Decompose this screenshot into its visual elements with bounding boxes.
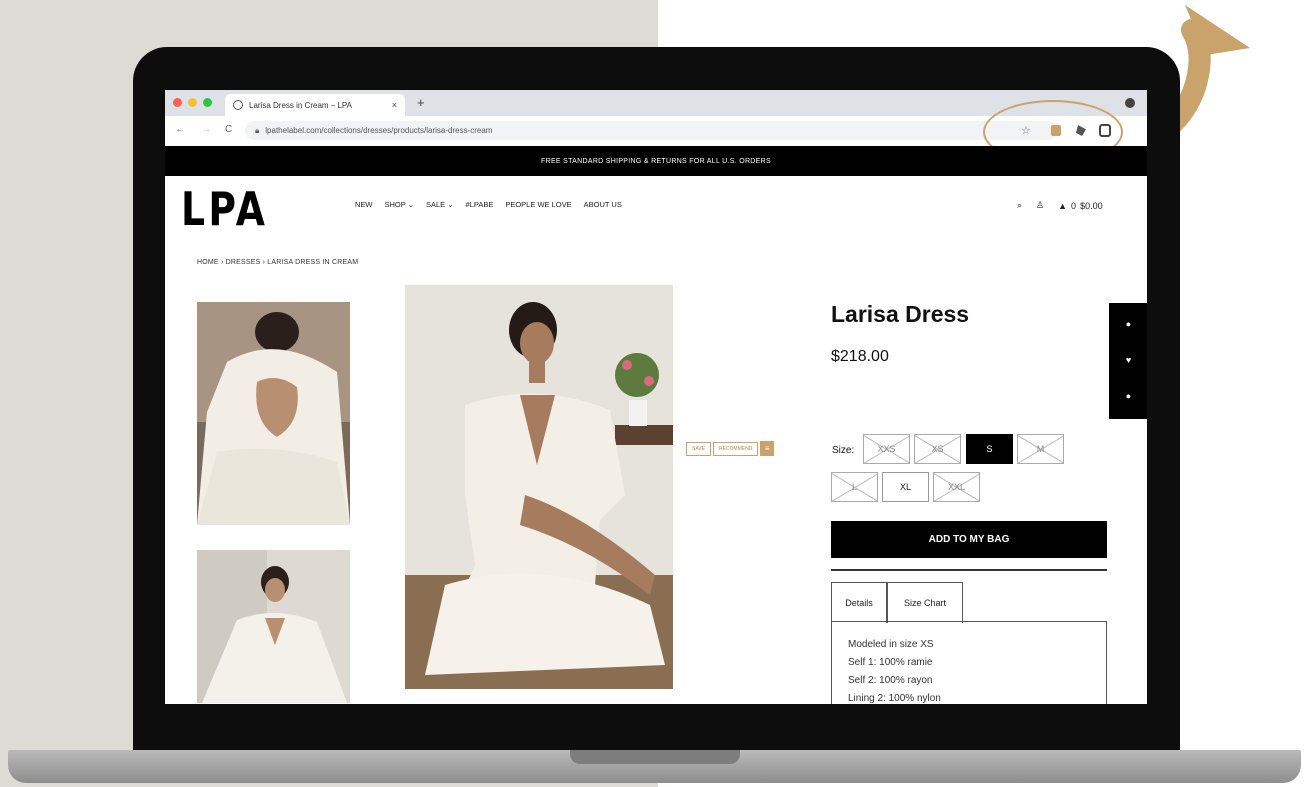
tab-close-icon[interactable]: ×: [392, 100, 397, 110]
facebook-icon[interactable]: ●: [1124, 320, 1133, 329]
detail-line: Lining 2: 100% nylon: [848, 693, 941, 704]
back-button[interactable]: ←: [175, 124, 185, 135]
size-option-xxl[interactable]: XXL: [933, 472, 980, 502]
detail-line: Self 1: 100% ramie: [848, 657, 933, 668]
maximize-window-icon[interactable]: [203, 98, 212, 107]
reload-button[interactable]: C: [225, 124, 232, 135]
header-icons: ⌕ ♙ ▲ 0 $0.00: [1017, 200, 1103, 211]
laptop-screen: Larisa Dress in Cream – LPA × + ← → C 🔒︎…: [165, 90, 1147, 704]
size-option-label: XL: [899, 482, 911, 492]
product-price: $218.00: [831, 348, 889, 365]
search-icon[interactable]: ⌕: [1017, 200, 1022, 211]
site-logo[interactable]: LPA: [181, 182, 268, 236]
size-option-label: L: [851, 482, 857, 492]
browser-toolbar: ← → C 🔒︎ lpathelabel.com/collections/dre…: [165, 100, 1147, 164]
account-icon[interactable]: ♙: [1036, 200, 1044, 211]
detail-line: Modeled in size XS: [848, 639, 934, 650]
tab-size-chart[interactable]: Size Chart: [887, 582, 963, 623]
new-tab-button[interactable]: +: [417, 95, 425, 110]
pinterest-icon[interactable]: ●: [1124, 392, 1133, 401]
nav-item-new[interactable]: NEW: [355, 200, 373, 209]
bag-icon: ▲: [1058, 200, 1068, 211]
cart[interactable]: ▲ 0 $0.00: [1058, 201, 1102, 211]
size-option-label: XXL: [947, 482, 965, 492]
laptop-notch: [570, 750, 740, 764]
breadcrumb[interactable]: HOME › DRESSES › LARISA DRESS IN CREAM: [197, 259, 358, 266]
size-option-label: S: [986, 444, 993, 454]
cart-total: $0.00: [1080, 200, 1103, 211]
twitter-icon[interactable]: ♥: [1124, 356, 1133, 365]
minimize-window-icon[interactable]: [188, 98, 197, 107]
globe-icon: [233, 100, 243, 110]
profile-icon[interactable]: [1125, 98, 1135, 108]
product-main-image[interactable]: [405, 285, 673, 689]
size-option-label: XS: [931, 444, 944, 454]
product-thumbnail-back[interactable]: [197, 302, 350, 525]
menu-tag-icon[interactable]: ≡: [760, 441, 775, 456]
nav-item-shop[interactable]: SHOP ⌄: [385, 200, 415, 209]
add-to-bag-button[interactable]: ADD TO MY BAG: [831, 521, 1107, 558]
size-option-l[interactable]: L: [831, 472, 878, 502]
browser-tab[interactable]: Larisa Dress in Cream – LPA ×: [225, 94, 405, 116]
recommend-tag[interactable]: RECOMMEND: [712, 441, 759, 456]
nav-item-sale[interactable]: SALE ⌄: [426, 200, 454, 209]
divider: [831, 569, 1107, 571]
cart-count: 0: [1071, 200, 1077, 211]
size-option-m[interactable]: M: [1017, 434, 1064, 464]
product-title: Larisa Dress: [831, 301, 970, 327]
address-bar[interactable]: 🔒︎ lpathelabel.com/collections/dresses/p…: [245, 121, 1057, 140]
size-option-xs[interactable]: XS: [914, 434, 961, 464]
size-option-xl[interactable]: XL: [882, 472, 929, 502]
forward-button[interactable]: →: [201, 124, 211, 135]
browser-tab-title: Larisa Dress in Cream – LPA: [249, 100, 352, 110]
close-window-icon[interactable]: [173, 98, 182, 107]
detail-line: Self 2: 100% rayon: [848, 675, 933, 686]
size-option-label: M: [1036, 444, 1045, 454]
image-tag-group: SAVE RECOMMEND ≡: [686, 441, 775, 456]
social-share-bar: ● ♥ ●: [1109, 303, 1147, 419]
size-option-xxs[interactable]: XXS: [863, 434, 910, 464]
size-label: Size:: [832, 445, 855, 456]
details-panel: Modeled in size XS Self 1: 100% ramie Se…: [831, 621, 1107, 704]
nav-item-about-us[interactable]: ABOUT US: [584, 200, 622, 209]
size-option-s[interactable]: S: [966, 434, 1013, 464]
nav-item-people-we-love[interactable]: PEOPLE WE LOVE: [505, 200, 571, 209]
url-text: lpathelabel.com/collections/dresses/prod…: [265, 126, 493, 135]
main-nav: NEW SHOP ⌄ SALE ⌄ #LPABE PEOPLE WE LOVE …: [355, 200, 622, 209]
tab-details[interactable]: Details: [831, 582, 887, 623]
product-thumbnail-front[interactable]: [197, 550, 350, 703]
size-option-label: XXS: [877, 444, 896, 454]
save-tag[interactable]: SAVE: [686, 441, 711, 456]
announcement-bar: FREE STANDARD SHIPPING & RETURNS FOR ALL…: [165, 146, 1147, 176]
nav-item-lpabe[interactable]: #LPABE: [466, 200, 494, 209]
lock-icon: 🔒︎: [255, 125, 260, 135]
